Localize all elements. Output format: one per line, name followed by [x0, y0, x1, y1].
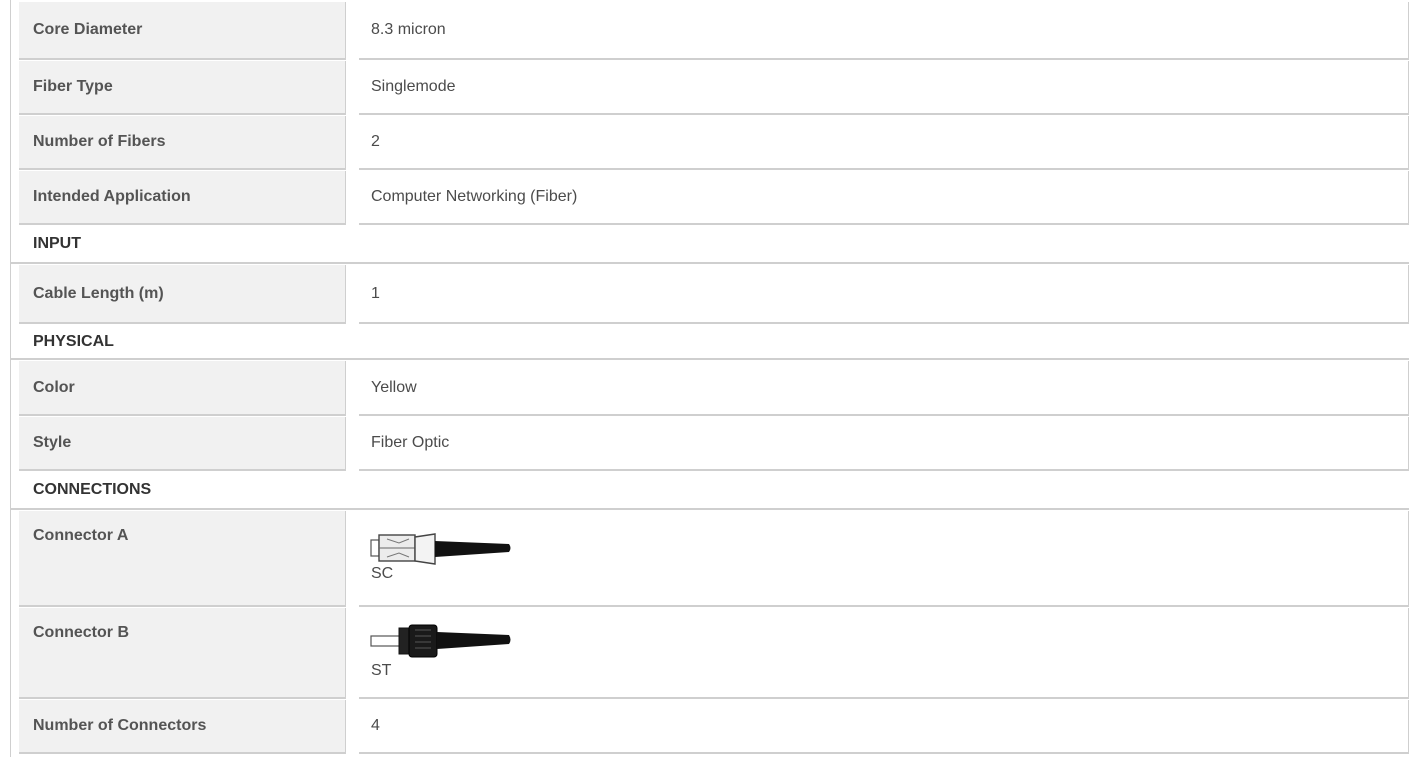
spec-row-style: Style Fiber Optic [11, 417, 1409, 471]
spec-value-cell: 8.3 micron [359, 2, 1409, 60]
spec-value: Yellow [371, 378, 417, 396]
spec-label-cell: Fiber Type [19, 61, 346, 115]
spec-label-cell: Number of Fibers [19, 116, 346, 170]
spec-label-cell: Color [19, 361, 346, 416]
spec-label: Number of Connectors [33, 717, 207, 734]
spec-label-cell: Cable Length (m) [19, 265, 346, 324]
spec-row-number-of-fibers: Number of Fibers 2 [11, 116, 1409, 170]
section-header: CONNECTIONS [11, 472, 1409, 510]
spec-label: Cable Length (m) [33, 284, 164, 302]
spec-label: Connector A [33, 527, 129, 544]
spec-value: Fiber Optic [371, 434, 450, 451]
section-header: PHYSICAL [11, 325, 1409, 360]
spec-row-connector-b: Connector B ST [11, 608, 1409, 699]
spec-value-cell: ST [359, 608, 1409, 699]
spec-label-cell: Intended Application [19, 171, 346, 225]
spec-value-cell: SC [359, 511, 1409, 607]
spec-label: Fiber Type [33, 78, 113, 95]
spec-value: Singlemode [371, 78, 456, 95]
section-title: INPUT [33, 235, 81, 252]
spec-value: 2 [371, 133, 380, 150]
section-header: INPUT [11, 226, 1409, 264]
spec-row-intended-application: Intended Application Computer Networking… [11, 171, 1409, 225]
spec-label-cell: Number of Connectors [19, 700, 346, 754]
spec-row-fiber-type: Fiber Type Singlemode [11, 61, 1409, 115]
spec-label: Color [33, 378, 75, 396]
section-title: PHYSICAL [33, 332, 114, 350]
st-connector-icon [370, 624, 511, 658]
spec-value: Computer Networking (Fiber) [371, 188, 578, 205]
spec-table: Core Diameter 8.3 micron Fiber Type Sing… [10, 0, 1409, 757]
spec-value-cell: Yellow [359, 361, 1409, 416]
spec-row-number-of-connectors: Number of Connectors 4 [11, 700, 1409, 754]
spec-value-cell: Singlemode [359, 61, 1409, 115]
spec-label-cell: Core Diameter [19, 2, 346, 60]
spec-row-cable-length: Cable Length (m) 1 [11, 265, 1409, 324]
spec-label: Number of Fibers [33, 133, 166, 150]
section-header-input: INPUT [11, 226, 1409, 264]
connector-caption: ST [371, 662, 392, 679]
spec-label-cell: Connector B [19, 608, 346, 699]
spec-value: 1 [371, 284, 380, 302]
spec-row-color: Color Yellow [11, 361, 1409, 416]
spec-value-cell: 1 [359, 265, 1409, 324]
section-title: CONNECTIONS [33, 481, 152, 498]
spec-label: Connector B [33, 624, 129, 641]
spec-value: 4 [371, 717, 380, 734]
spec-value-cell: 2 [359, 116, 1409, 170]
spec-value-cell: 4 [359, 700, 1409, 754]
spec-value-cell: Computer Networking (Fiber) [359, 171, 1409, 225]
section-header-connections: CONNECTIONS [11, 472, 1409, 510]
spec-row-connector-a: Connector A SC [11, 511, 1409, 607]
spec-value: 8.3 micron [371, 21, 446, 38]
connector-caption: SC [371, 565, 394, 582]
section-header-physical: PHYSICAL [11, 325, 1409, 360]
spec-row-core-diameter: Core Diameter 8.3 micron [11, 2, 1409, 60]
spec-value-cell: Fiber Optic [359, 417, 1409, 471]
spec-label-cell: Connector A [19, 511, 346, 607]
spec-label: Style [33, 434, 72, 451]
spec-label: Core Diameter [33, 21, 143, 38]
spec-label-cell: Style [19, 417, 346, 471]
spec-label: Intended Application [33, 188, 191, 205]
